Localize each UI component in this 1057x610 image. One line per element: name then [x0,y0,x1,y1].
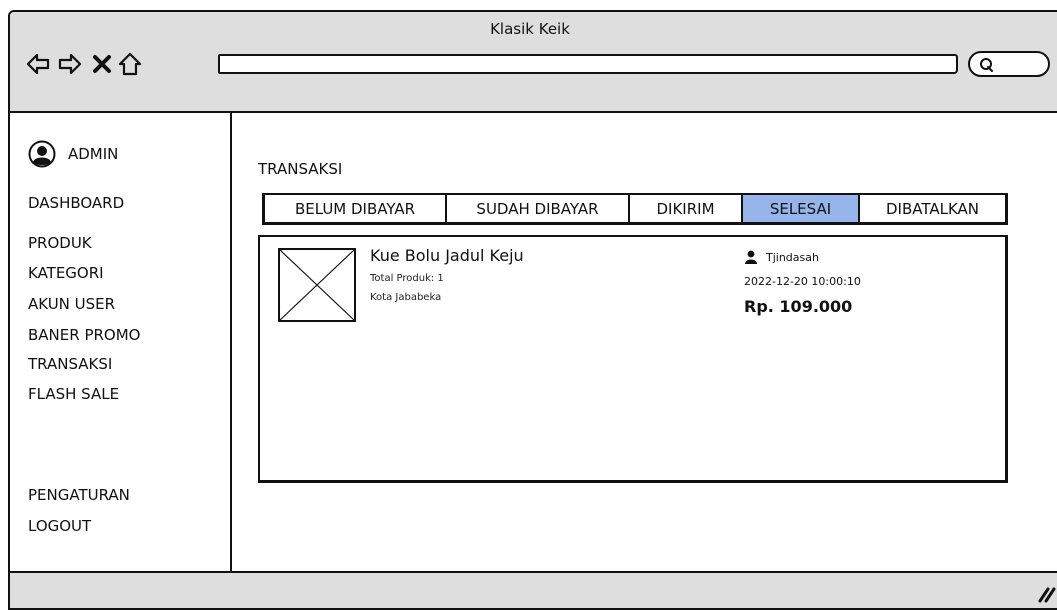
transaction-price: Rp. 109.000 [744,297,853,316]
tab-dikirim[interactable]: DIKIRIM [630,195,743,222]
tab-selesai[interactable]: SELESAI [743,195,860,222]
product-image-placeholder [278,248,356,322]
customer-city: Kota Jababeka [370,292,442,303]
transaction-status-tabs: BELUM DIBAYAR SUDAH DIBAYAR DIKIRIM SELE… [262,193,1008,225]
transaction-datetime: 2022-12-20 10:00:10 [744,275,861,288]
close-x-icon[interactable] [90,52,114,76]
forward-arrow-icon[interactable] [58,52,82,76]
tab-belum-dibayar[interactable]: BELUM DIBAYAR [265,195,447,222]
page-title: TRANSAKSI [258,160,343,178]
resize-handle-icon[interactable] [1036,585,1056,603]
sidebar-item-transaksi[interactable]: TRANSAKSI [28,355,112,373]
sidebar-item-flash-sale[interactable]: FLASH SALE [28,385,119,403]
tab-sudah-dibayar[interactable]: SUDAH DIBAYAR [447,195,630,222]
person-icon [745,250,757,264]
product-name: Kue Bolu Jadul Keju [370,246,524,265]
customer-name: Tjindasah [766,250,819,264]
sidebar-item-logout[interactable]: LOGOUT [28,517,91,535]
browser-window: Klasik Keik ADMIN DASHBOARD PRODUK KATEG… [8,10,1057,610]
search-button[interactable] [968,51,1050,77]
sidebar-item-pengaturan[interactable]: PENGATURAN [28,486,130,504]
window-title: Klasik Keik [490,20,570,38]
user-avatar-icon [28,140,56,168]
back-arrow-icon[interactable] [26,52,50,76]
sidebar: ADMIN DASHBOARD PRODUK KATEGORI AKUN USE… [10,113,232,573]
status-bar [10,571,1057,608]
main-content: TRANSAKSI BELUM DIBAYAR SUDAH DIBAYAR DI… [232,113,1057,573]
sidebar-item-dashboard[interactable]: DASHBOARD [28,194,124,212]
sidebar-item-kategori[interactable]: KATEGORI [28,264,104,282]
address-bar[interactable] [218,54,958,74]
customer-info: Tjindasah [744,250,819,264]
home-icon[interactable] [118,52,142,76]
admin-label: ADMIN [68,145,119,163]
sidebar-item-akun-user[interactable]: AKUN USER [28,295,115,313]
search-icon [980,58,993,72]
total-produk: Total Produk: 1 [370,273,444,284]
transaction-list: Kue Bolu Jadul Keju Total Produk: 1 Kota… [258,235,1008,483]
browser-toolbar: Klasik Keik [10,12,1057,113]
admin-profile[interactable]: ADMIN [28,140,118,168]
sidebar-item-produk[interactable]: PRODUK [28,234,92,252]
sidebar-item-baner-promo[interactable]: BANER PROMO [28,326,140,344]
tab-dibatalkan[interactable]: DIBATALKAN [860,195,1005,222]
